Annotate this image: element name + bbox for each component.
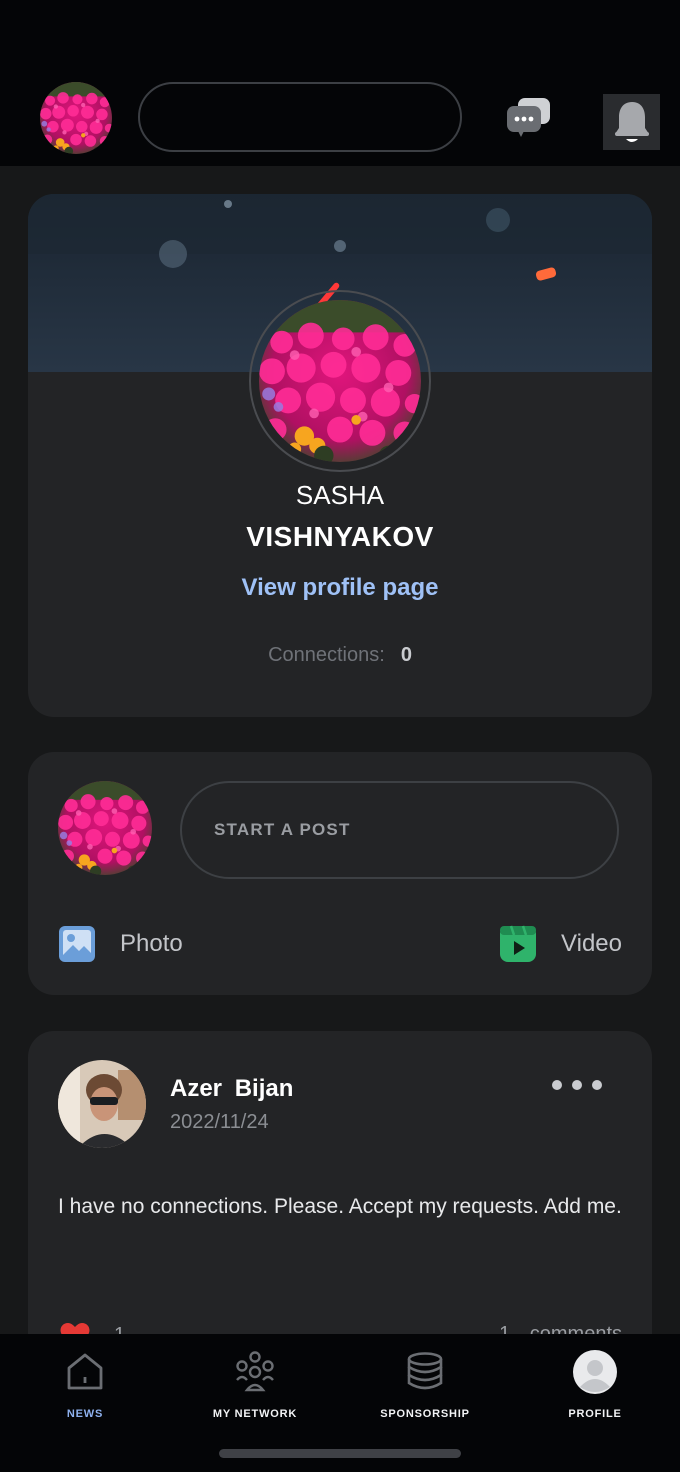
bell-icon [614,102,649,142]
composer-avatar [58,781,152,875]
header-avatar[interactable] [40,82,112,154]
post-body: I have no connections. Please. Accept my… [58,1195,622,1218]
network-icon [231,1348,279,1396]
tab-sponsorship-label: SPONSORSHIP [380,1408,470,1420]
tab-news-label: NEWS [66,1408,104,1420]
video-icon [500,925,537,962]
tab-my-network-label: MY NETWORK [212,1408,298,1420]
start-post-input[interactable]: START A POST [180,781,619,879]
notifications-button[interactable] [603,94,660,150]
status-bar [0,0,680,80]
tab-profile-label: PROFILE [568,1408,622,1420]
search-input[interactable] [138,82,462,152]
tab-profile[interactable]: PROFILE [510,1348,680,1428]
connections-summary[interactable]: Connections: 0 [28,644,652,667]
photo-icon [59,926,95,962]
chat-bubbles-icon [507,98,550,137]
profile-card: SASHA VISHNYAKOV View profile page Conne… [28,194,652,717]
tab-sponsorship[interactable]: SPONSORSHIP [340,1348,510,1428]
post-author-name[interactable]: Azer Bijan [170,1075,293,1103]
view-profile-link[interactable]: View profile page [28,574,652,602]
tab-my-network[interactable]: MY NETWORK [170,1348,340,1428]
photo-label: Photo [120,930,183,957]
home-icon [61,1348,109,1396]
chat-button[interactable] [502,92,556,146]
video-button[interactable]: Video [499,924,622,964]
top-bar [0,0,680,166]
post-composer-card: START A POST Photo Video [28,752,652,995]
photo-button[interactable]: Photo [58,924,183,964]
connections-count: 0 [400,644,412,666]
profile-avatar [259,300,421,462]
profile-last-name: VISHNYAKOV [246,521,434,552]
more-options-button[interactable] [552,1077,602,1093]
more-dot-icon [592,1080,602,1090]
user-avatar-icon [571,1348,619,1396]
coins-stack-icon [401,1348,449,1396]
profile-first-name: SASHA [295,480,385,510]
tab-news[interactable]: NEWS [0,1348,170,1428]
home-indicator[interactable] [219,1449,461,1458]
more-dot-icon [572,1080,582,1090]
author-avatar[interactable] [58,1060,146,1148]
post-date: 2022/11/24 [170,1111,269,1133]
more-dot-icon [552,1080,562,1090]
profile-avatar-ring[interactable] [249,290,431,472]
connections-label: Connections: [268,644,385,666]
video-label: Video [561,930,622,957]
